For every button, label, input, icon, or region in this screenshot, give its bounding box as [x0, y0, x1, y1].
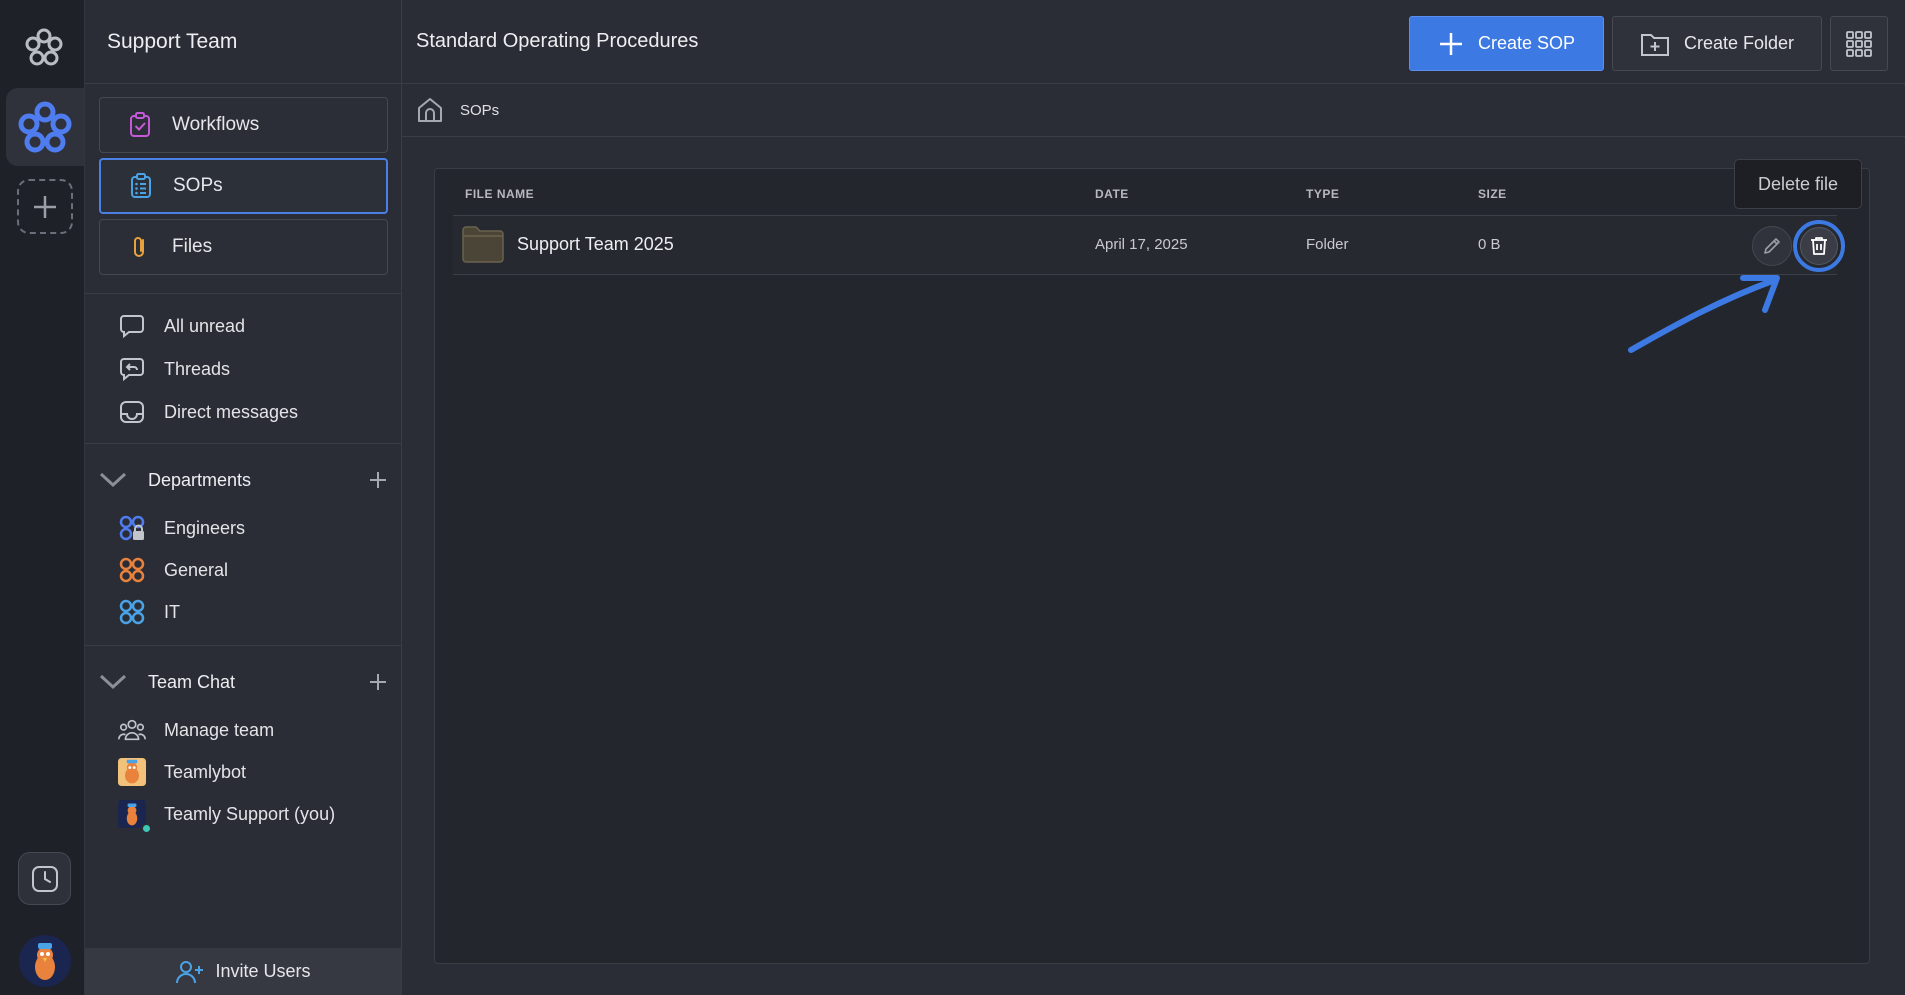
- user-avatar: [118, 800, 152, 834]
- workspace-logo-icon: [18, 101, 72, 153]
- folder-icon: [462, 226, 504, 263]
- chat-bubble-icon: [118, 312, 146, 340]
- sidebar-item-sops[interactable]: SOPs: [99, 158, 388, 214]
- column-header-date[interactable]: DATE: [1095, 187, 1129, 201]
- team-icon: [118, 716, 146, 744]
- view-grid-button[interactable]: [1830, 16, 1888, 71]
- sidebar-item-label: IT: [164, 601, 180, 622]
- sidebar-item-label: Teamlybot: [164, 761, 247, 782]
- sidebar-item-teamly-support[interactable]: Teamly Support (you): [118, 796, 336, 834]
- file-date: April 17, 2025: [1095, 236, 1188, 253]
- sidebar-divider: [85, 443, 401, 444]
- create-folder-button[interactable]: Create Folder: [1612, 16, 1822, 71]
- edit-button[interactable]: [1752, 226, 1792, 266]
- sidebar-divider: [85, 293, 401, 294]
- plus-icon: [34, 195, 56, 218]
- delete-file-tooltip: Delete file: [1734, 159, 1862, 209]
- add-chat-plus-icon[interactable]: [368, 672, 388, 692]
- locked-group-icon: [118, 514, 146, 542]
- thread-icon: [118, 355, 146, 383]
- user-avatar[interactable]: [19, 935, 71, 987]
- history-button[interactable]: [18, 852, 71, 905]
- sidebar-item-label: General: [164, 559, 229, 580]
- grid-icon: [1846, 30, 1872, 57]
- sidebar-item-all-unread[interactable]: All unread: [118, 308, 245, 344]
- workspace-rail: [0, 0, 85, 995]
- invite-users-button[interactable]: Invite Users: [85, 948, 401, 995]
- file-type: Folder: [1306, 236, 1349, 253]
- add-workspace-button[interactable]: [17, 179, 73, 234]
- group-icon: [118, 598, 146, 626]
- page-title: Standard Operating Procedures: [416, 30, 699, 52]
- bot-avatar: [118, 758, 146, 786]
- sidebar: Support Team Workflows SOPs Files All un…: [85, 0, 402, 995]
- create-sop-label: Create SOP: [1477, 33, 1576, 53]
- sidebar-item-engineers[interactable]: Engineers: [118, 510, 245, 546]
- breadcrumb-current[interactable]: SOPs: [460, 102, 499, 119]
- workspace-support-team[interactable]: [6, 88, 84, 166]
- section-title: Team Chat: [148, 671, 236, 692]
- section-title: Departments: [148, 469, 252, 490]
- sidebar-item-label: Teamly Support (you): [164, 803, 336, 824]
- sidebar-item-files[interactable]: Files: [99, 219, 388, 275]
- add-user-icon: [176, 960, 204, 983]
- sidebar-item-label: Threads: [164, 358, 231, 379]
- sidebar-item-label: Files: [172, 236, 213, 257]
- group-icon: [118, 556, 146, 584]
- annotation-arrow-icon: [1628, 275, 1780, 353]
- add-department-plus-icon[interactable]: [368, 470, 388, 490]
- breadcrumb: SOPs: [402, 84, 1905, 137]
- bird-mascot-icon: [35, 943, 55, 980]
- home-icon[interactable]: [416, 96, 444, 124]
- trash-icon: [1811, 237, 1827, 255]
- file-size: 0 B: [1478, 236, 1501, 253]
- sidebar-item-it[interactable]: IT: [118, 594, 180, 630]
- sidebar-item-label: SOPs: [173, 175, 223, 196]
- column-header-type[interactable]: TYPE: [1306, 187, 1339, 201]
- app-logo-icon[interactable]: [24, 26, 64, 70]
- column-header-file-name[interactable]: FILE NAME: [465, 187, 534, 201]
- file-name[interactable]: Support Team 2025: [517, 234, 674, 255]
- sidebar-item-label: Manage team: [164, 719, 275, 740]
- sidebar-item-threads[interactable]: Threads: [118, 351, 230, 387]
- sidebar-item-label: All unread: [164, 315, 246, 336]
- create-sop-button[interactable]: Create SOP: [1409, 16, 1604, 71]
- sidebar-item-workflows[interactable]: Workflows: [99, 97, 388, 153]
- top-bar: Standard Operating Procedures Create SOP…: [402, 0, 1905, 84]
- list-document-icon: [131, 173, 151, 198]
- sidebar-item-label: Workflows: [172, 114, 260, 135]
- delete-button[interactable]: [1800, 227, 1838, 265]
- pencil-icon: [1764, 238, 1780, 254]
- clipboard-check-icon: [130, 112, 150, 137]
- invite-users-label: Invite Users: [215, 961, 311, 981]
- folder-plus-icon: [1640, 33, 1669, 56]
- workspace-name: Support Team: [85, 0, 401, 84]
- main-content: Standard Operating Procedures Create SOP…: [402, 0, 1905, 995]
- clock-icon: [31, 865, 58, 892]
- departments-section-header[interactable]: Departments: [98, 462, 388, 498]
- create-folder-label: Create Folder: [1683, 33, 1795, 53]
- sidebar-item-general[interactable]: General: [118, 552, 228, 588]
- inbox-icon: [118, 398, 146, 426]
- online-status-dot: [141, 823, 152, 834]
- sidebar-item-teamlybot[interactable]: Teamlybot: [118, 754, 246, 790]
- plus-icon: [1439, 32, 1462, 55]
- paperclip-icon: [134, 237, 144, 257]
- sidebar-divider: [85, 645, 401, 646]
- delete-button-highlight[interactable]: [1793, 220, 1845, 272]
- sidebar-item-label: Engineers: [164, 517, 246, 538]
- sidebar-item-manage-team[interactable]: Manage team: [118, 712, 274, 748]
- table-row[interactable]: Support Team 2025 April 17, 2025 Folder …: [453, 215, 1845, 275]
- sidebar-item-label: Direct messages: [164, 401, 299, 422]
- team-chat-section-header[interactable]: Team Chat: [98, 664, 388, 700]
- chevron-down-icon[interactable]: [98, 672, 128, 692]
- sidebar-item-direct-messages[interactable]: Direct messages: [118, 394, 298, 430]
- chevron-down-icon[interactable]: [98, 470, 128, 490]
- column-header-size[interactable]: SIZE: [1478, 187, 1507, 201]
